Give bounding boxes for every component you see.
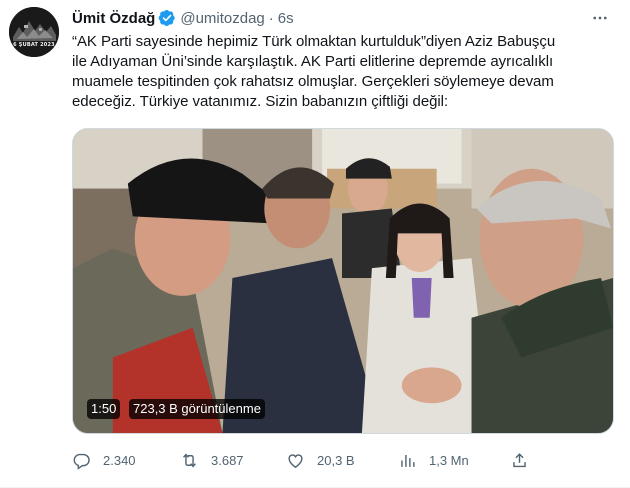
video-duration: 1:50 xyxy=(87,399,121,419)
views-button[interactable]: 1,3 Mn xyxy=(398,446,469,474)
retweet-button[interactable]: 3.687 xyxy=(180,446,244,474)
avatar-caption: 6 ŞUBAT 2023 xyxy=(13,42,55,48)
author-handle[interactable]: @umitozdag xyxy=(180,10,264,27)
author-avatar[interactable]: 6 ŞUBAT 2023 xyxy=(9,7,59,57)
share-button[interactable] xyxy=(510,446,529,474)
like-icon xyxy=(288,453,303,468)
retweet-count: 3.687 xyxy=(211,452,244,468)
like-button[interactable]: 20,3 B xyxy=(286,446,355,474)
tweet[interactable]: 6 ŞUBAT 2023 Ümit Özdağ @umitozdag · 6s … xyxy=(0,0,630,488)
views-icon xyxy=(401,454,415,467)
avatar-rubble-image xyxy=(9,7,59,57)
video-thumbnail xyxy=(73,129,613,433)
reply-button[interactable]: 2.340 xyxy=(72,446,136,474)
video-player[interactable]: 1:50 723,3 B görüntülenme xyxy=(72,128,614,434)
retweet-icon xyxy=(183,452,196,468)
tweet-text: “AK Parti sayesinde hepimiz Türk olmakta… xyxy=(72,33,556,110)
separator-dot: · xyxy=(268,9,274,27)
reply-icon xyxy=(73,453,90,470)
author-name[interactable]: Ümit Özdağ xyxy=(72,10,155,27)
verified-badge-icon[interactable] xyxy=(158,9,176,27)
action-bar: 2.340 3.687 20,3 B 1,3 Mn xyxy=(72,446,532,474)
reply-count: 2.340 xyxy=(103,452,136,468)
more-icon[interactable] xyxy=(588,8,612,28)
video-view-count: 723,3 B görüntülenme xyxy=(129,399,265,419)
share-icon xyxy=(513,452,526,467)
tweet-header: Ümit Özdağ @umitozdag · 6s xyxy=(72,8,618,28)
tweet-time[interactable]: 6s xyxy=(278,10,294,27)
like-count: 20,3 B xyxy=(317,452,355,468)
views-count: 1,3 Mn xyxy=(429,452,469,468)
